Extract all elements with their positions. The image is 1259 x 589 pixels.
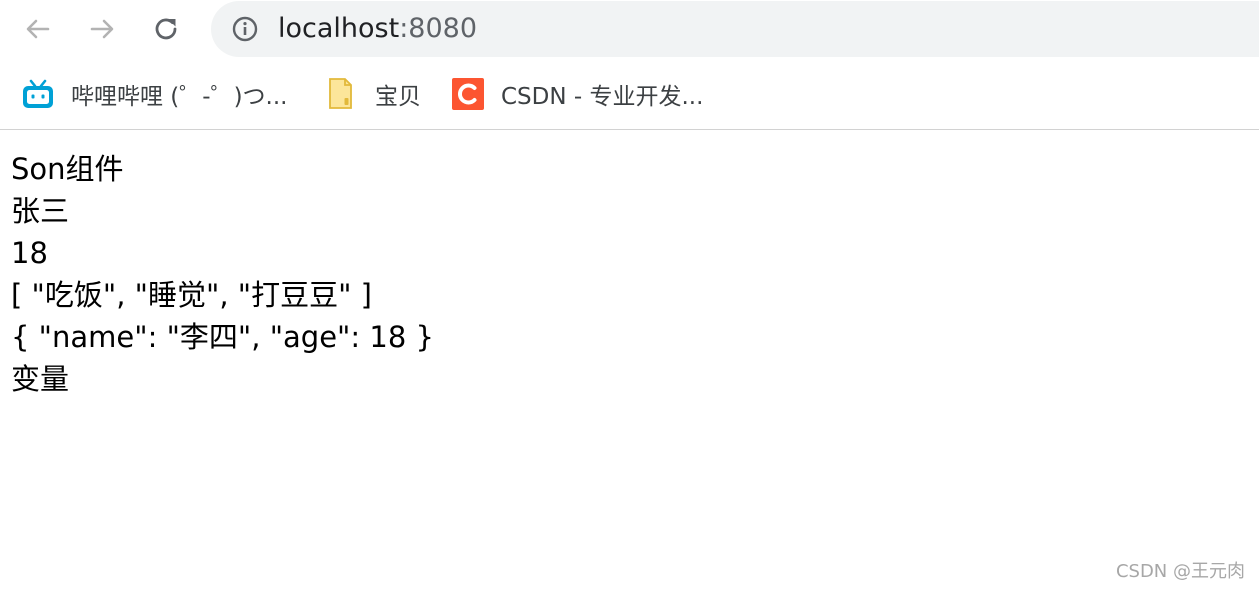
bookmarks-bar: 哔哩哔哩 (゜-゜)つ... 宝贝 CSDN - 专业开发... (0, 62, 1259, 130)
bookmark-bilibili[interactable]: 哔哩哔哩 (゜-゜)つ... (21, 76, 288, 112)
csdn-icon (451, 77, 485, 111)
name-value: 张三 (11, 194, 70, 228)
hobbies-array: [ "吃饭", "睡觉", "打豆豆" ] (11, 278, 372, 312)
info-icon[interactable] (231, 15, 259, 43)
reload-icon[interactable] (148, 11, 184, 47)
forward-arrow-icon[interactable] (84, 11, 120, 47)
folder-icon (325, 77, 359, 111)
watermark: CSDN @王元肉 (1115, 561, 1245, 582)
browser-toolbar: localhost:8080 (0, 0, 1259, 62)
back-arrow-icon[interactable] (20, 11, 56, 47)
address-bar[interactable]: localhost:8080 (211, 1, 1259, 57)
url-port: :8080 (399, 13, 478, 44)
url-host: localhost (278, 13, 400, 44)
bookmark-label: 宝贝 (375, 84, 421, 110)
bilibili-icon (21, 77, 55, 111)
person-object: { "name": "李四", "age": 18 } (11, 320, 434, 354)
age-value: 18 (11, 236, 48, 270)
page-content: Son组件 张三 18 [ "吃饭", "睡觉", "打豆豆" ] { "nam… (11, 148, 434, 400)
variable-text: 变量 (11, 362, 70, 396)
address-url[interactable]: localhost:8080 (278, 13, 477, 45)
bookmark-label: CSDN - 专业开发... (501, 84, 704, 110)
bookmark-baobei[interactable]: 宝贝 (325, 76, 421, 112)
bookmark-csdn[interactable]: CSDN - 专业开发... (451, 76, 703, 112)
component-title: Son组件 (11, 152, 124, 186)
bookmark-label: 哔哩哔哩 (゜-゜)つ... (71, 84, 288, 110)
